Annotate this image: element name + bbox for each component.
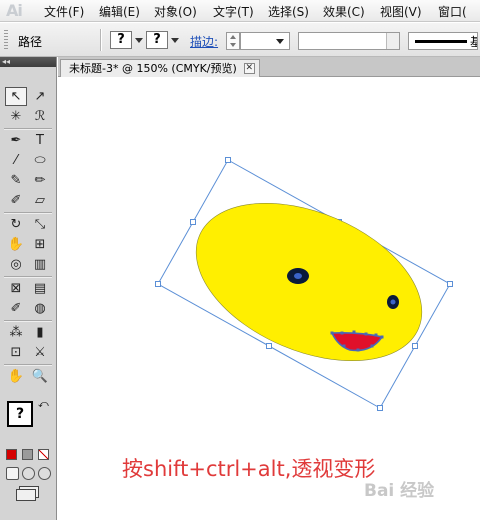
rotate-tool-icon[interactable]: ↻ [5, 215, 27, 234]
watermark: Bai 经验 [364, 481, 435, 501]
divider [4, 128, 52, 129]
draw-behind-icon[interactable] [22, 467, 35, 480]
slice-tool-icon[interactable]: ⚔ [29, 343, 51, 362]
menu-object[interactable]: 对象(O) [154, 3, 197, 20]
free-transform-tool-icon[interactable]: ⊞ [29, 235, 51, 254]
anchor-point [352, 330, 356, 334]
menu-select[interactable]: 选择(S) [268, 3, 309, 20]
divider [4, 276, 52, 277]
transform-handle[interactable] [190, 219, 196, 225]
transform-handle[interactable] [225, 157, 231, 163]
column-graph-tool-icon[interactable]: ▮ [29, 323, 51, 342]
paintbrush-tool-icon[interactable]: ✎ [5, 171, 27, 190]
menu-window[interactable]: 窗口( [438, 3, 467, 20]
menu-effect[interactable]: 效果(C) [323, 3, 365, 20]
tools-panel-header[interactable]: ◂◂ [0, 57, 56, 67]
gradient-mode-icon[interactable] [22, 449, 33, 460]
fill-swatch-large[interactable]: ? [7, 401, 33, 427]
type-tool-icon[interactable]: T [29, 131, 51, 150]
transform-handle[interactable] [447, 281, 453, 287]
artboard-canvas[interactable]: 按shift+ctrl+alt,透视变形 Bai 经验 [58, 78, 480, 520]
eraser-tool-icon[interactable]: ▱ [29, 191, 51, 210]
transform-handle[interactable] [377, 405, 383, 411]
draw-inside-icon[interactable] [38, 467, 51, 480]
blob-brush-tool-icon[interactable]: ✐ [5, 191, 27, 210]
draw-normal-icon[interactable] [6, 467, 19, 480]
chevron-down-icon[interactable] [171, 38, 179, 43]
document-tab-title: 未标题-3* @ 150% (CMYK/预览) [69, 62, 237, 75]
selection-type-label: 路径 [18, 35, 43, 49]
artboard-tool-icon[interactable]: ⊡ [5, 343, 27, 362]
divider [4, 212, 52, 213]
anchor-point [370, 344, 374, 348]
line-tool-icon[interactable]: ⁄ [5, 151, 27, 170]
eyedropper-tool-icon[interactable]: ✐ [5, 299, 27, 318]
pen-tool-icon[interactable]: ✒ [5, 131, 27, 150]
lasso-tool-icon[interactable]: ℛ [29, 107, 51, 126]
control-bar-grip[interactable] [4, 30, 8, 50]
perspective-grid-tool-icon[interactable]: ▥ [29, 255, 51, 274]
brush-stroke-preview [415, 40, 467, 43]
menu-view[interactable]: 视图(V) [380, 3, 422, 20]
document-tab-bar: 未标题-3* @ 150% (CMYK/预览) ✕ [58, 57, 480, 77]
symbol-sprayer-tool-icon[interactable]: ⁂ [5, 323, 27, 342]
anchor-point [330, 331, 334, 335]
divider [100, 29, 101, 51]
screen-mode-icon[interactable] [16, 489, 36, 501]
stroke-swatch[interactable]: ? [146, 31, 168, 49]
document-tab[interactable]: 未标题-3* @ 150% (CMYK/预览) ✕ [60, 59, 260, 77]
menu-file[interactable]: 文件(F) [44, 3, 84, 20]
anchor-point [356, 348, 360, 352]
anchor-point [342, 344, 346, 348]
fill-swatch[interactable]: ? [110, 31, 132, 49]
scale-tool-icon[interactable]: ⤡ [29, 215, 51, 234]
transform-handle[interactable] [155, 281, 161, 287]
anchor-point [340, 331, 344, 335]
control-bar: 路径 ? ? 描边: 基 [0, 23, 480, 57]
right-eye-highlight [390, 299, 396, 305]
transform-handle[interactable] [266, 343, 272, 349]
stroke-label[interactable]: 描边: [190, 33, 218, 50]
magic-wand-tool-icon[interactable]: ✳ [5, 107, 27, 126]
gradient-tool-icon[interactable]: ▤ [29, 279, 51, 298]
fill-stroke-widget[interactable]: ? ⤺ [7, 399, 51, 443]
brush-definition-field[interactable]: 基 [408, 32, 478, 50]
direct-selection-tool-icon[interactable]: ↗ [29, 87, 51, 106]
divider [4, 364, 52, 365]
warp-tool-icon[interactable]: ✋ [5, 235, 27, 254]
stroke-weight-spinner[interactable] [226, 32, 240, 50]
menu-bar: Ai 文件(F) 编辑(E) 对象(O) 文字(T) 选择(S) 效果(C) 视… [0, 0, 480, 22]
divider [4, 320, 52, 321]
menu-type[interactable]: 文字(T) [213, 3, 254, 20]
color-mode-icon[interactable] [6, 449, 17, 460]
ellipse-tool-icon[interactable]: ⬭ [29, 151, 51, 170]
selection-tool-icon[interactable]: ↖ [5, 87, 27, 106]
stroke-weight-field[interactable] [240, 32, 290, 50]
zoom-tool-icon[interactable]: 🔍 [29, 367, 51, 386]
fill-swatch-label: ? [15, 406, 25, 422]
pencil-tool-icon[interactable]: ✏ [29, 171, 51, 190]
hand-tool-icon[interactable]: ✋ [5, 367, 27, 386]
mesh-tool-icon[interactable]: ⊠ [5, 279, 27, 298]
anchor-point [380, 335, 384, 339]
close-icon[interactable]: ✕ [243, 63, 255, 74]
instruction-caption: 按shift+ctrl+alt,透视变形 [122, 457, 376, 481]
tools-panel: ◂◂ ↖ ↗ ✳ ℛ ✒ T ⁄ ⬭ ✎ ✏ ✐ ▱ ↻ ⤡ ✋ ⊞ ◎ ▥ ⊠ ▤ ✐ ◍ ⁂ ▮ ⊡ ⚔ ✋ 🔍? ⤺ [0, 57, 57, 520]
brush-label: 基 [470, 33, 477, 49]
menu-edit[interactable]: 编辑(E) [99, 3, 140, 20]
swap-fill-stroke-icon[interactable]: ⤺ [38, 399, 49, 410]
blend-tool-icon[interactable]: ◍ [29, 299, 51, 318]
chevron-down-icon[interactable] [135, 38, 143, 43]
transform-handle[interactable] [412, 343, 418, 349]
shape-builder-tool-icon[interactable]: ◎ [5, 255, 27, 274]
variable-width-profile-field[interactable] [298, 32, 400, 50]
left-eye-highlight [294, 273, 302, 279]
anchor-point [374, 333, 378, 337]
none-mode-icon[interactable] [38, 449, 49, 460]
anchor-point [364, 332, 368, 336]
app-logo: Ai [6, 1, 23, 20]
